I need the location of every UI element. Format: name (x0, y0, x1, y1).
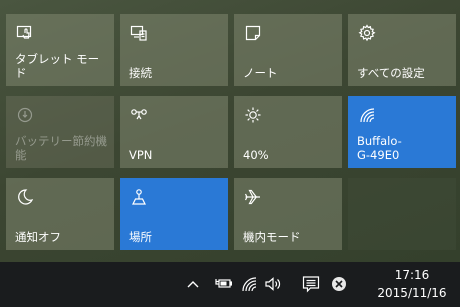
network-icon[interactable] (240, 275, 258, 293)
volume-icon[interactable] (264, 275, 282, 293)
tile-battery-saver[interactable]: バッテリー節約機 能 (6, 96, 114, 168)
quiet-hours-icon (16, 188, 34, 206)
power-icon[interactable] (214, 275, 232, 293)
location-icon (130, 188, 148, 206)
gear-icon (358, 24, 376, 42)
tile-label: すべての設定 (357, 66, 425, 80)
tile-wifi[interactable]: Buffalo- G-49E0 (348, 96, 456, 168)
tile-label: バッテリー節約機 能 (15, 134, 107, 162)
wifi-icon (358, 106, 376, 124)
battery-saver-icon (16, 106, 34, 124)
tile-label: ノート (243, 66, 278, 80)
brightness-icon (244, 106, 262, 124)
action-center-icon[interactable] (302, 275, 320, 293)
vpn-icon (130, 106, 148, 124)
tile-label: 場所 (129, 230, 152, 244)
tile-note[interactable]: ノート (234, 14, 342, 86)
tile-all-settings[interactable]: すべての設定 (348, 14, 456, 86)
airplane-icon (244, 188, 262, 206)
system-clock[interactable]: 17:16 2015/11/16 (372, 266, 452, 302)
close-icon[interactable] (330, 275, 348, 293)
clock-time: 17:16 (394, 268, 430, 282)
tile-label: 接続 (129, 66, 152, 80)
tile-tablet-mode[interactable]: タブレット モード (6, 14, 114, 86)
clock-date: 2015/11/16 (377, 286, 447, 300)
tile-quiet-hours[interactable]: 通知オフ (6, 178, 114, 250)
tile-label: 40% (243, 148, 269, 162)
action-center-panel: タブレット モード 接続 ノート すべての設定 バッテリー節約機 能 VPN 4… (0, 0, 460, 262)
note-icon (244, 24, 262, 42)
tile-label: 通知オフ (15, 230, 61, 244)
tile-connect[interactable]: 接続 (120, 14, 228, 86)
tile-label: タブレット モード (15, 52, 100, 80)
tile-label: Buffalo- G-49E0 (357, 134, 402, 162)
tile-vpn[interactable]: VPN (120, 96, 228, 168)
tile-airplane-mode[interactable]: 機内モード (234, 178, 342, 250)
tile-brightness[interactable]: 40% (234, 96, 342, 168)
taskbar: 17:16 2015/11/16 (0, 262, 460, 307)
tile-location[interactable]: 場所 (120, 178, 228, 250)
tablet-mode-icon (16, 24, 34, 42)
tile-label: VPN (129, 148, 153, 162)
show-hidden-icons-icon[interactable] (184, 275, 202, 293)
tile-empty (348, 178, 456, 250)
connect-icon (130, 24, 148, 42)
tile-label: 機内モード (243, 230, 301, 244)
